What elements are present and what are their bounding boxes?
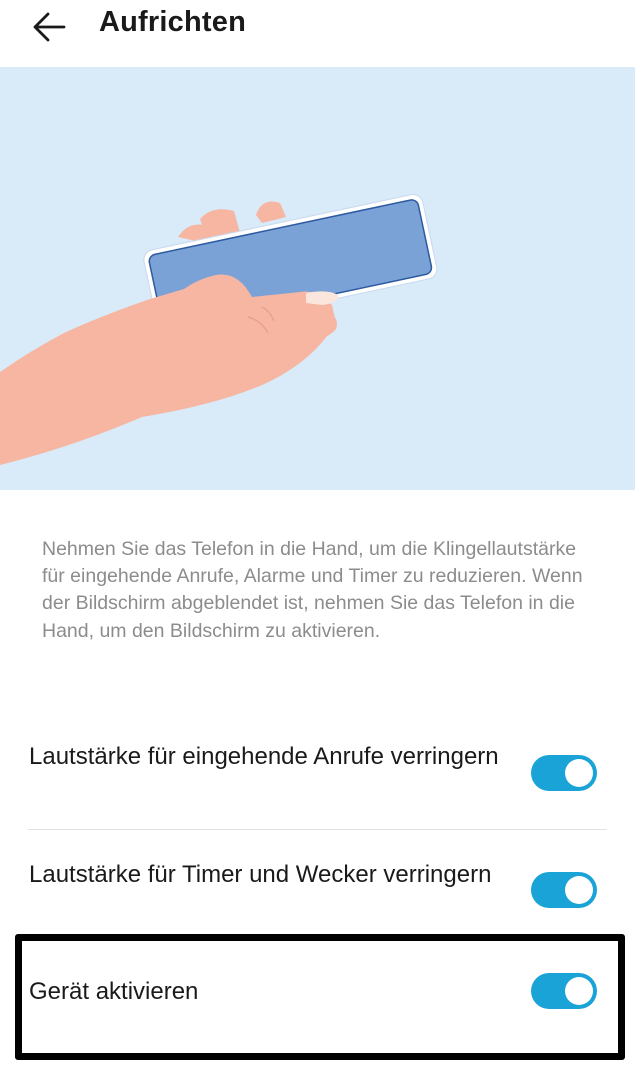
arrow-left-icon <box>33 12 66 42</box>
page-title: Aufrichten <box>99 6 246 38</box>
back-button[interactable] <box>24 4 74 50</box>
setting-label: Lautstärke für eingehende Anrufe verring… <box>29 743 499 770</box>
app-header: Aufrichten <box>0 0 635 67</box>
toggle-knob <box>565 876 593 904</box>
divider <box>28 829 607 830</box>
feature-description: Nehmen Sie das Telefon in die Hand, um d… <box>42 538 583 642</box>
setting-label: Lautstärke für Timer und Wecker verringe… <box>29 861 492 888</box>
setting-row-incoming-calls[interactable]: Lautstärke für eingehende Anrufe verring… <box>0 740 635 826</box>
timer-alarm-toggle[interactable] <box>531 872 597 908</box>
highlight-box <box>15 934 625 1060</box>
setting-row-timer-alarm[interactable]: Lautstärke für Timer und Wecker verringe… <box>0 858 635 930</box>
hand-holding-phone-illustration <box>0 67 635 490</box>
incoming-calls-toggle[interactable] <box>531 755 597 791</box>
toggle-knob <box>565 759 593 787</box>
